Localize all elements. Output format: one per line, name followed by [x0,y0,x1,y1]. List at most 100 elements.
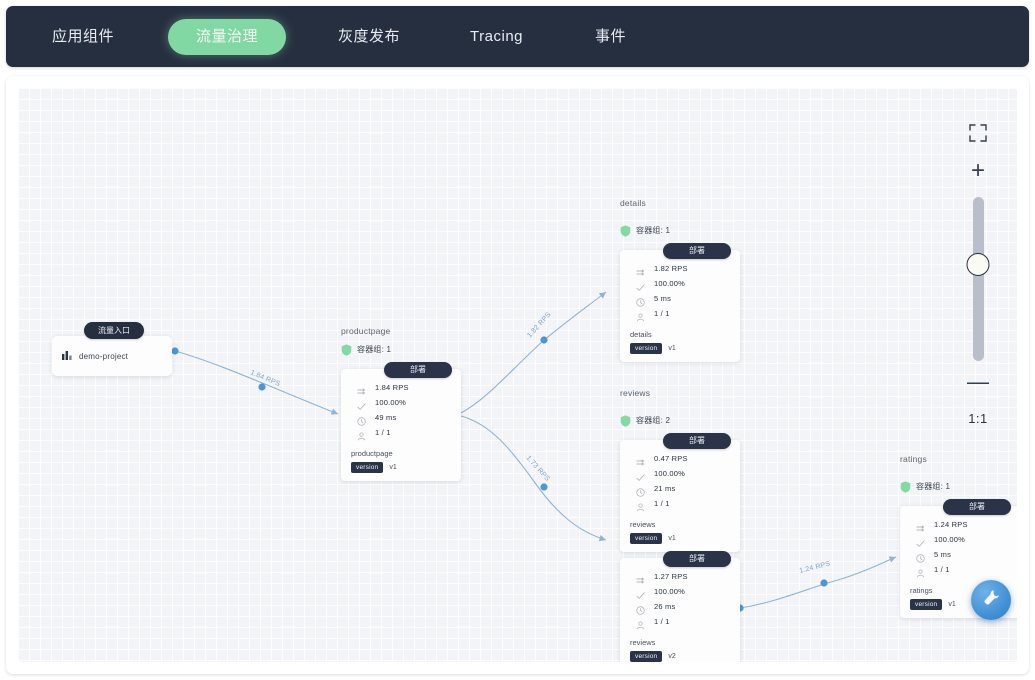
node-card[interactable]: 1.82 RPS 100.00% 5 ms 1 / 1 details vers… [620,250,740,362]
node-card[interactable]: 1.27 RPS 100.00% 26 ms 1 / 1 reviews ver… [620,558,740,662]
tab-tracing[interactable]: Tracing [456,19,537,55]
rps-icon [636,264,645,276]
rps-icon [916,520,925,532]
zoom-slider[interactable] [966,197,990,361]
shield-icon [341,343,352,356]
success-rate-icon [916,535,925,548]
node-reviews-v1[interactable]: reviews 容器组: 2 部署 0.47 RPS 100.00% 21 ms… [620,388,740,552]
metrics-list: 1.82 RPS 100.00% 5 ms 1 / 1 [630,262,730,322]
node-title: details [620,198,646,208]
entry-node-box[interactable]: demo-project [52,336,172,376]
metric-value: 49 ms [375,413,397,422]
pods-count-label: 容器组: 1 [916,481,951,491]
instances-icon [636,499,645,512]
metric-rps: 1.27 RPS [636,572,730,584]
tool-fab-button[interactable] [971,580,1011,620]
metrics-list: 1.27 RPS 100.00% 26 ms 1 / 1 [630,570,730,630]
metric-value: 100.00% [654,469,686,478]
metric-value: 26 ms [654,602,676,611]
zoom-in-button[interactable]: + [961,159,995,183]
deploy-button[interactable]: 部署 [663,243,731,259]
deploy-button[interactable]: 部署 [384,362,452,378]
metric-success-rate: 100.00% [636,279,730,292]
content-card: 1.84 RPS 1.82 RPS 1.73 RPS 1.24 RPS 流量入口 [6,76,1029,674]
metric-instances: 1 / 1 [636,499,730,512]
metric-rps: 1.84 RPS [357,383,451,395]
zoom-out-button[interactable]: — [961,371,995,393]
edge-midpoint-dot [540,483,548,491]
node-productpage[interactable]: productpage 容器组: 1 部署 1.84 RPS 100.00% 4… [341,326,461,481]
edge-productpage-reviews [460,415,607,542]
edge-endpoint-dot [171,347,179,355]
version-key-badge: version [351,462,384,473]
metric-value: 1 / 1 [654,617,670,626]
metric-value: 100.00% [375,398,407,407]
latency-icon [916,550,925,563]
version-row: version v1 [630,533,730,544]
version-key-badge: version [910,599,943,610]
service-name: reviews [630,520,656,529]
metric-value: 1.27 RPS [654,572,688,581]
deploy-button[interactable]: 部署 [663,551,731,567]
success-rate-icon [636,469,645,482]
topology-canvas[interactable]: 1.84 RPS 1.82 RPS 1.73 RPS 1.24 RPS 流量入口 [18,88,1017,662]
metric-value: 1.82 RPS [654,264,688,273]
edge-label-reviews-ratings: 1.24 RPS [799,560,831,574]
version-value: v1 [668,345,676,352]
node-card[interactable]: 0.47 RPS 100.00% 21 ms 1 / 1 reviews ver… [620,440,740,552]
metric-instances: 1 / 1 [636,617,730,630]
shield-icon [900,480,911,493]
metric-success-rate: 100.00% [636,587,730,600]
service-name: productpage [351,449,393,458]
entry-tag: 流量入口 [84,322,144,339]
node-card[interactable]: 1.84 RPS 100.00% 49 ms 1 / 1 productpage… [341,369,461,481]
metric-value: 1.24 RPS [934,520,968,529]
version-value: v1 [668,535,676,542]
tab-gray-release[interactable]: 灰度发布 [324,19,414,55]
metric-value: 1 / 1 [654,499,670,508]
zoom-slider-handle[interactable] [966,253,990,276]
service-name: reviews [630,638,656,647]
metric-value: 100.00% [654,279,686,288]
deploy-button[interactable]: 部署 [663,433,731,449]
zoom-ratio-label[interactable]: 1:1 [961,411,995,426]
metrics-list: 1.24 RPS 100.00% 5 ms 1 / 1 [910,518,1010,578]
instances-icon [636,617,645,630]
edge-midpoint-dot [540,336,548,344]
success-rate-icon [636,587,645,600]
instances-icon [636,309,645,322]
node-details[interactable]: details 容器组: 1 部署 1.82 RPS 100.00% 5 ms … [620,198,740,362]
latency-icon [636,484,645,497]
metric-success-rate: 100.00% [636,469,730,482]
fullscreen-icon[interactable] [969,124,987,142]
deploy-button[interactable]: 部署 [943,499,1011,515]
version-row: version v1 [630,343,730,354]
version-key-badge: version [630,533,663,544]
pods-count-label: 容器组: 1 [357,344,392,354]
tab-events[interactable]: 事件 [581,19,640,55]
tab-application-components[interactable]: 应用组件 [38,19,128,55]
entry-node-name: demo-project [79,351,129,361]
edge-label-productpage-reviews: 1.73 RPS [525,455,551,483]
pods-row: 容器组: 1 [341,343,461,356]
edge-label-productpage-details: 1.82 RPS [526,311,552,339]
chart-icon [62,347,72,365]
tab-traffic-governance[interactable]: 流量治理 [168,18,287,55]
version-row: version v1 [351,462,451,473]
version-value: v1 [389,464,397,471]
top-navigation-bar: 应用组件 流量治理 灰度发布 Tracing 事件 [6,6,1029,67]
node-entry[interactable]: 流量入口 demo-project [52,322,172,376]
metric-latency: 5 ms [916,550,1010,563]
metric-instances: 1 / 1 [357,428,451,441]
nav-items-container: 应用组件 流量治理 灰度发布 Tracing 事件 [6,6,1029,67]
pods-row: 容器组: 1 [900,480,1017,493]
metric-value: 21 ms [654,484,676,493]
success-rate-icon [636,279,645,292]
version-key-badge: version [630,343,663,354]
latency-icon [636,294,645,307]
metric-value: 1.84 RPS [375,383,409,392]
pods-count-label: 容器组: 1 [636,225,671,235]
pods-count-label: 容器组: 2 [636,415,671,425]
canvas-controls: + — 1:1 [961,124,995,426]
node-reviews-v2[interactable]: 部署 1.27 RPS 100.00% 26 ms 1 / 1 reviews … [620,551,740,662]
